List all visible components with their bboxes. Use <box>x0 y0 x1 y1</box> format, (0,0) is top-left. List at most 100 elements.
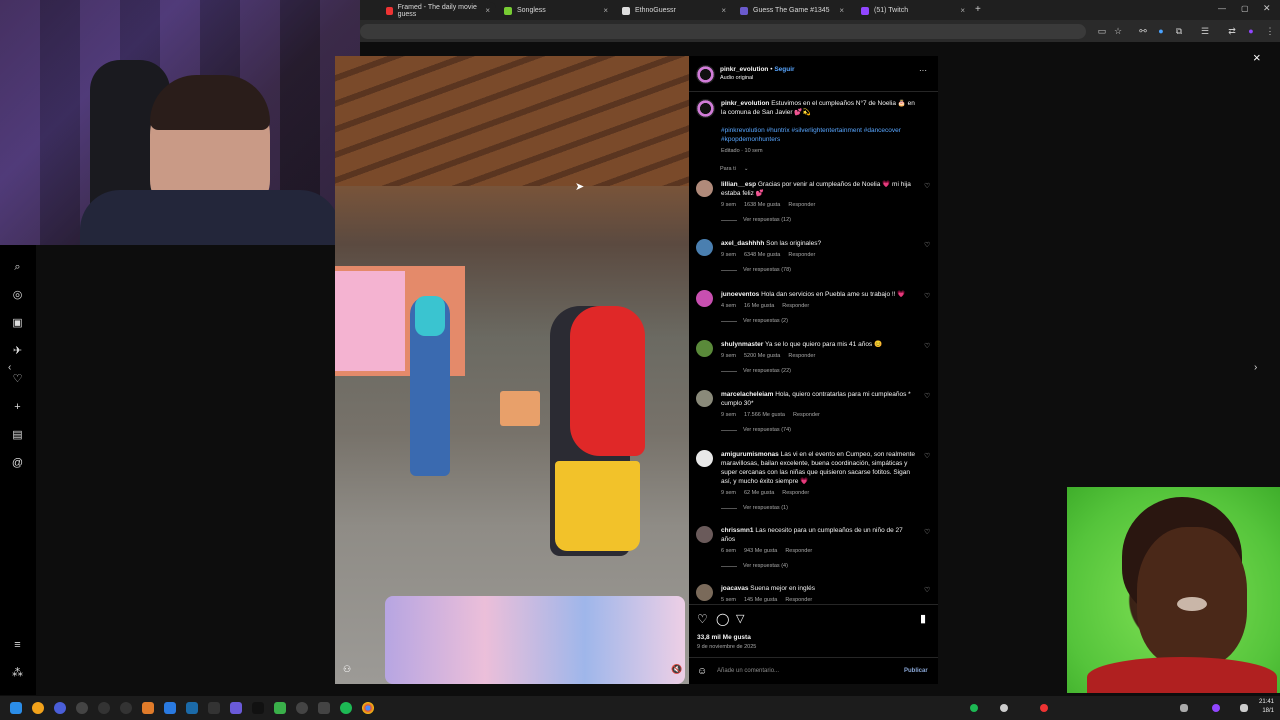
commenter-avatar[interactable] <box>696 340 713 357</box>
commenter-username[interactable]: shulynmaster <box>721 341 763 348</box>
reels-icon[interactable]: ▣ <box>11 317 24 330</box>
commenter-username[interactable]: junoeventos <box>721 291 759 298</box>
comment-like-heart-icon[interactable]: ♡ <box>924 292 930 300</box>
comment-like-heart-icon[interactable]: ♡ <box>924 241 930 249</box>
emoji-icon[interactable]: ☺ <box>697 666 707 677</box>
author-username[interactable]: pinkr_evolution <box>720 66 768 73</box>
tab-framed[interactable]: Framed - The daily movie guess × <box>380 2 496 19</box>
view-replies-label[interactable]: Ver respuestas (2) <box>743 318 788 324</box>
minimize-icon[interactable]: — <box>1218 4 1226 13</box>
comment-bubble-icon[interactable]: ◯ <box>716 612 729 626</box>
commenter-username[interactable]: joacavas <box>721 585 748 592</box>
search-taskbar-icon[interactable] <box>32 702 44 714</box>
tiktok-icon[interactable] <box>252 702 264 714</box>
commenter-username[interactable]: lillian__esp <box>721 181 756 188</box>
meta-icon[interactable]: ⁂ <box>11 667 24 680</box>
app-icon[interactable] <box>318 702 330 714</box>
comment-reply[interactable]: Responder <box>788 202 815 208</box>
comment-reply[interactable]: Responder <box>788 353 815 359</box>
filter-label[interactable]: Para ti <box>720 166 736 172</box>
view-replies-label[interactable]: Ver respuestas (4) <box>743 563 788 569</box>
bookmark-star-icon[interactable]: ☆ <box>1113 26 1123 36</box>
next-post-icon[interactable]: › <box>1254 362 1257 373</box>
tray-icon[interactable] <box>1000 704 1008 712</box>
author-avatar[interactable] <box>696 65 715 84</box>
view-replies-label[interactable]: Ver respuestas (1) <box>743 505 788 511</box>
dashboard-icon[interactable]: ▤ <box>11 429 24 442</box>
commenter-avatar[interactable] <box>696 180 713 197</box>
commenter-username[interactable]: chrissmn1 <box>721 527 754 534</box>
likes-count[interactable]: 33,8 mil Me gusta <box>697 633 751 642</box>
comment-reply[interactable]: Responder <box>782 303 809 309</box>
commenter-avatar[interactable] <box>696 390 713 407</box>
view-replies-button[interactable]: Ver respuestas (74) <box>721 427 791 433</box>
close-tab-icon[interactable]: × <box>839 6 844 15</box>
comment-likes[interactable]: 5200 Me gusta <box>744 353 780 359</box>
follow-button[interactable]: Seguir <box>774 66 794 73</box>
extension-icon[interactable]: ⚯ <box>1138 26 1148 36</box>
app-icon[interactable] <box>296 702 308 714</box>
comment-likes[interactable]: 62 Me gusta <box>744 490 774 496</box>
comment-like-heart-icon[interactable]: ♡ <box>924 586 930 594</box>
mute-icon[interactable]: 🔇 <box>671 664 682 675</box>
view-replies-button[interactable]: Ver respuestas (4) <box>721 563 788 569</box>
app-icon[interactable] <box>274 702 286 714</box>
close-tab-icon[interactable]: × <box>485 6 490 15</box>
comment-likes[interactable]: 6348 Me gusta <box>744 252 780 258</box>
view-replies-label[interactable]: Ver respuestas (78) <box>743 267 791 273</box>
clock-date[interactable]: 18/1 <box>1254 708 1274 714</box>
commenter-username[interactable]: marcelacheleiam <box>721 391 773 398</box>
add-comment-input[interactable]: Añade un comentario... <box>717 667 779 676</box>
chrome-icon[interactable] <box>362 702 374 714</box>
window-close-icon[interactable]: ✕ <box>1263 3 1271 14</box>
previous-post-icon[interactable]: ‹ <box>8 362 11 373</box>
extension-blue-icon[interactable]: ● <box>1156 26 1166 36</box>
clock-time[interactable]: 21:41 <box>1254 699 1274 705</box>
view-replies-button[interactable]: Ver respuestas (78) <box>721 267 791 273</box>
publish-button[interactable]: Publicar <box>904 667 928 676</box>
view-replies-label[interactable]: Ver respuestas (22) <box>743 368 791 374</box>
app-icon[interactable] <box>76 702 88 714</box>
profile-sync-icon[interactable]: ⇄ <box>1227 26 1237 36</box>
app-icon[interactable] <box>142 702 154 714</box>
share-icon[interactable]: ▽ <box>736 612 744 625</box>
tagged-user-icon[interactable]: ⚇ <box>343 664 351 675</box>
commenter-username[interactable]: axel_dashhhh <box>721 240 764 247</box>
maximize-icon[interactable]: ▢ <box>1241 4 1249 13</box>
view-replies-button[interactable]: Ver respuestas (2) <box>721 318 788 324</box>
close-modal-button[interactable]: × <box>1253 50 1261 65</box>
view-replies-label[interactable]: Ver respuestas (74) <box>743 427 791 433</box>
comment-reply[interactable]: Responder <box>785 548 812 554</box>
reading-list-icon[interactable]: ☰ <box>1200 26 1210 36</box>
tray-icon[interactable] <box>1180 704 1188 712</box>
new-tab-button[interactable]: + <box>975 4 981 15</box>
tab-ethnoguessr[interactable]: EthnoGuessr × <box>616 2 732 19</box>
app-v-icon[interactable] <box>54 702 66 714</box>
commenter-avatar[interactable] <box>696 239 713 256</box>
comment-likes[interactable]: 1638 Me gusta <box>744 202 780 208</box>
tab-songless[interactable]: Songless × <box>498 2 614 19</box>
steam-icon[interactable] <box>186 702 198 714</box>
chrome-menu-icon[interactable]: ⋮ <box>1265 26 1275 36</box>
close-tab-icon[interactable]: × <box>603 6 608 15</box>
app-icon[interactable] <box>120 702 132 714</box>
more-options-icon[interactable]: ··· <box>919 66 927 75</box>
comment-reply[interactable]: Responder <box>785 597 812 603</box>
comment-likes[interactable]: 17.566 Me gusta <box>744 412 785 418</box>
commenter-avatar[interactable] <box>696 526 713 543</box>
app-icon[interactable] <box>208 702 220 714</box>
view-replies-button[interactable]: Ver respuestas (12) <box>721 217 791 223</box>
comment-like-heart-icon[interactable]: ♡ <box>924 182 930 190</box>
notifications-icon[interactable]: ♡ <box>11 373 24 386</box>
comment-reply[interactable]: Responder <box>788 252 815 258</box>
tray-record-icon[interactable] <box>1040 704 1048 712</box>
more-menu-icon[interactable]: ≡ <box>11 639 24 652</box>
caption-avatar[interactable] <box>696 99 715 118</box>
spotify-icon[interactable] <box>340 702 352 714</box>
threads-icon[interactable]: @ <box>11 457 24 470</box>
comment-like-heart-icon[interactable]: ♡ <box>924 392 930 400</box>
comment-like-heart-icon[interactable]: ♡ <box>924 528 930 536</box>
view-replies-button[interactable]: Ver respuestas (1) <box>721 505 788 511</box>
view-replies-label[interactable]: Ver respuestas (12) <box>743 217 791 223</box>
messages-icon[interactable]: ✈ <box>11 345 24 358</box>
